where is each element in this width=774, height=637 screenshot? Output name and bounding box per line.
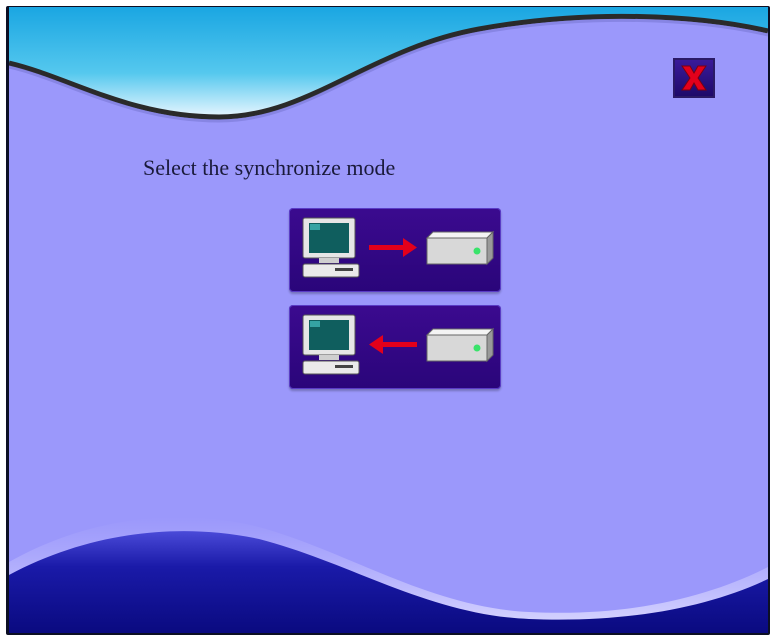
close-x-icon <box>681 65 707 91</box>
sync-device-to-pc-button[interactable] <box>289 305 501 389</box>
close-button[interactable] <box>673 58 715 98</box>
dialog-title: Select the synchronize mode <box>143 155 396 180</box>
arrow-left-icon <box>369 335 417 354</box>
device-icon <box>425 230 495 266</box>
arrow-right-icon <box>369 238 417 257</box>
device-icon <box>425 327 495 363</box>
sync-dialog-panel: Select the synchronize mode <box>9 7 768 633</box>
sync-dialog-window: Select the synchronize mode <box>6 6 770 635</box>
computer-icon <box>302 314 360 375</box>
computer-icon <box>302 217 360 278</box>
sync-pc-to-device-button[interactable] <box>289 208 501 292</box>
